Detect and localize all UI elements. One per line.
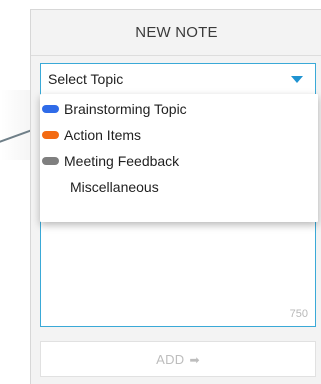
panel-title: NEW NOTE	[31, 10, 321, 56]
topic-option-label: Meeting Feedback	[64, 153, 180, 169]
add-button[interactable]: ADD ➡	[40, 341, 316, 377]
topic-option-label: Brainstorming Topic	[64, 101, 187, 117]
topic-option-label: Miscellaneous	[70, 179, 159, 195]
topic-option-brainstorming[interactable]: Brainstorming Topic	[40, 96, 318, 122]
topic-dropdown-menu: Brainstorming Topic Action Items Meeting…	[40, 94, 318, 222]
topic-color-swatch	[42, 105, 59, 113]
topic-color-swatch	[42, 131, 59, 139]
topic-option-label: Action Items	[64, 127, 142, 143]
topic-color-swatch-empty	[48, 183, 65, 191]
caret-down-icon[interactable]	[291, 76, 303, 83]
topic-color-swatch	[42, 157, 59, 165]
topic-option-action-items[interactable]: Action Items	[40, 122, 318, 148]
topic-select-value: Select Topic	[48, 71, 124, 87]
topic-select[interactable]: Select Topic	[41, 64, 315, 97]
arrow-right-icon: ➡	[189, 353, 200, 367]
char-counter: 750	[289, 308, 308, 320]
topic-option-miscellaneous[interactable]: Miscellaneous	[40, 174, 318, 200]
new-note-widget: NEW NOTE Select Topic 750 ADD ➡ Brainstor…	[0, 0, 321, 384]
topic-option-meeting-feedback[interactable]: Meeting Feedback	[40, 148, 318, 174]
add-button-label: ADD	[156, 352, 185, 367]
